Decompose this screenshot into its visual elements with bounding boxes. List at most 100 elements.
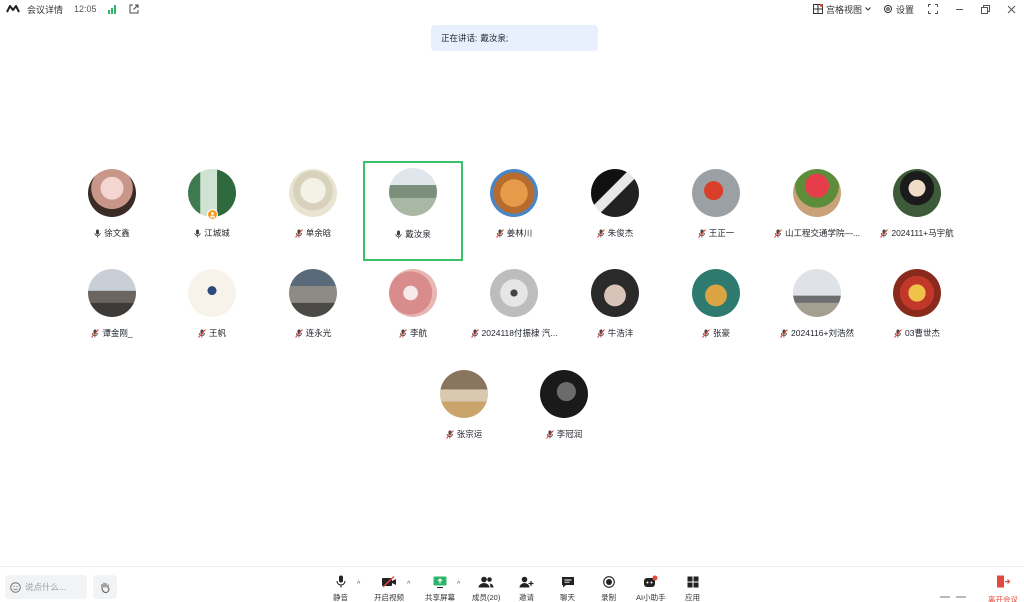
- participant-name: 江城城: [204, 228, 230, 238]
- record-button[interactable]: 录制: [601, 575, 616, 602]
- avatar[interactable]: [289, 269, 337, 317]
- participant-tile[interactable]: 连永光: [263, 262, 363, 362]
- avatar[interactable]: [88, 269, 136, 317]
- avatar[interactable]: [188, 269, 236, 317]
- participant-name: 李航: [409, 328, 427, 338]
- microphone-muted-icon: [91, 328, 100, 338]
- close-icon[interactable]: [1004, 2, 1018, 16]
- speaker-prefix: 正在讲话:: [441, 33, 478, 43]
- invite-icon: [519, 575, 534, 588]
- invite-label: 邀请: [519, 593, 534, 602]
- microphone-muted-icon: [445, 429, 454, 439]
- ai-assistant-icon: [643, 575, 658, 588]
- minimize-icon[interactable]: [952, 2, 966, 16]
- participant-name: 张宗运: [456, 429, 483, 439]
- microphone-on-icon: [94, 229, 101, 238]
- participant-tile[interactable]: 王帆: [162, 262, 262, 362]
- avatar[interactable]: [793, 169, 841, 217]
- meeting-details-link[interactable]: 会议详情: [27, 3, 63, 16]
- mute-button[interactable]: 静音: [333, 575, 348, 602]
- chat-icon: [561, 575, 575, 588]
- meeting-window: 会议详情 12:05 宫格视图 设置 正在讲话: 戴汝泉; 徐文鑫 江城城 单余…: [0, 0, 1024, 602]
- video-label: 开启视频: [374, 593, 404, 602]
- participant-tile[interactable]: 徐文鑫: [62, 162, 162, 262]
- participant-tile[interactable]: 李航: [363, 262, 463, 362]
- participant-tile[interactable]: 山工程交通学院—...: [767, 162, 867, 262]
- avatar[interactable]: [540, 370, 588, 418]
- chat-button[interactable]: 聊天: [560, 575, 575, 602]
- participant-tile[interactable]: 姜林川: [464, 162, 564, 262]
- avatar[interactable]: [793, 269, 841, 317]
- avatar[interactable]: [490, 169, 538, 217]
- quick-chat-input[interactable]: 说点什么...: [5, 575, 87, 599]
- share-screen-button[interactable]: 共享屏幕: [425, 575, 455, 602]
- audio-options-caret-icon[interactable]: ^: [357, 581, 360, 588]
- external-link-icon[interactable]: [129, 4, 139, 14]
- apps-label: 应用: [685, 593, 700, 602]
- fullscreen-icon[interactable]: [926, 2, 940, 16]
- avatar[interactable]: [440, 370, 488, 418]
- participant-name: 戴汝泉: [405, 229, 431, 239]
- participant-tile-active-speaker[interactable]: 戴汝泉: [363, 161, 463, 261]
- members-button[interactable]: 成员(20): [472, 575, 500, 602]
- microphone-muted-icon: [294, 328, 303, 338]
- avatar[interactable]: [692, 169, 740, 217]
- avatar[interactable]: [893, 169, 941, 217]
- divider: [940, 596, 966, 598]
- leave-meeting-button[interactable]: 离开会议: [988, 575, 1018, 602]
- participant-name: 王正一: [708, 228, 735, 238]
- participant-tile[interactable]: 朱俊杰: [565, 162, 665, 262]
- grid-view-label: 宫格视图: [825, 4, 862, 15]
- avatar[interactable]: [289, 169, 337, 217]
- invite-button[interactable]: 邀请: [519, 575, 534, 602]
- microphone-muted-icon: [774, 228, 782, 238]
- participant-name: 牛浩沣: [607, 328, 634, 338]
- chat-placeholder: 说点什么...: [25, 582, 67, 592]
- avatar[interactable]: [88, 169, 136, 217]
- avatar[interactable]: [389, 168, 437, 216]
- microphone-muted-icon: [470, 328, 479, 338]
- video-options-caret-icon[interactable]: ^: [407, 581, 410, 588]
- participant-tile[interactable]: 张宗运: [414, 363, 514, 463]
- tencent-meeting-logo-icon: [6, 5, 20, 13]
- participant-tile[interactable]: 牛浩沣: [565, 262, 665, 362]
- apps-button[interactable]: 应用: [685, 575, 700, 602]
- avatar[interactable]: [692, 269, 740, 317]
- mute-label: 静音: [333, 593, 348, 602]
- emoji-icon[interactable]: [10, 581, 21, 593]
- participant-tile[interactable]: 2024111+马宇航: [867, 162, 967, 262]
- meeting-time: 12:05: [74, 4, 97, 14]
- avatar[interactable]: [893, 269, 941, 317]
- microphone-muted-icon: [399, 328, 407, 338]
- participant-tile[interactable]: 谭金刚_: [62, 262, 162, 362]
- share-options-caret-icon[interactable]: ^: [457, 581, 460, 588]
- raise-hand-button[interactable]: [93, 575, 117, 599]
- avatar[interactable]: [490, 269, 538, 317]
- participant-name: 谭金刚_: [102, 328, 133, 338]
- grid-view-button[interactable]: 宫格视图: [812, 3, 871, 16]
- participant-tile[interactable]: 王正一: [666, 162, 766, 262]
- participant-tile[interactable]: 03曹世杰: [867, 262, 967, 362]
- participant-name: 连永光: [305, 328, 332, 338]
- avatar[interactable]: [389, 269, 437, 317]
- participant-tile[interactable]: 江城城: [162, 162, 262, 262]
- participant-tile[interactable]: 2024116+刘浩然: [767, 262, 867, 362]
- participant-name: 张豪: [712, 328, 730, 338]
- avatar[interactable]: [591, 169, 639, 217]
- ai-assistant-button[interactable]: AI小助手: [636, 575, 666, 602]
- participant-tile[interactable]: 2024118付振棣 汽...: [464, 262, 564, 362]
- avatar[interactable]: [591, 269, 639, 317]
- microphone-muted-icon: [780, 328, 788, 338]
- microphone-muted-icon: [596, 328, 605, 338]
- start-video-button[interactable]: 开启视频: [374, 575, 404, 602]
- network-signal-icon[interactable]: [107, 4, 116, 14]
- participant-tile[interactable]: 张豪: [666, 262, 766, 362]
- participant-tile[interactable]: 李冠润: [514, 363, 614, 463]
- microphone-on-icon: [194, 229, 201, 238]
- participant-tile[interactable]: 单余晗: [263, 162, 363, 262]
- members-icon: [478, 575, 494, 588]
- settings-button[interactable]: 设置: [883, 3, 914, 16]
- chat-label: 聊天: [560, 593, 575, 602]
- ai-assistant-label: AI小助手: [636, 593, 666, 602]
- restore-icon[interactable]: [978, 2, 992, 16]
